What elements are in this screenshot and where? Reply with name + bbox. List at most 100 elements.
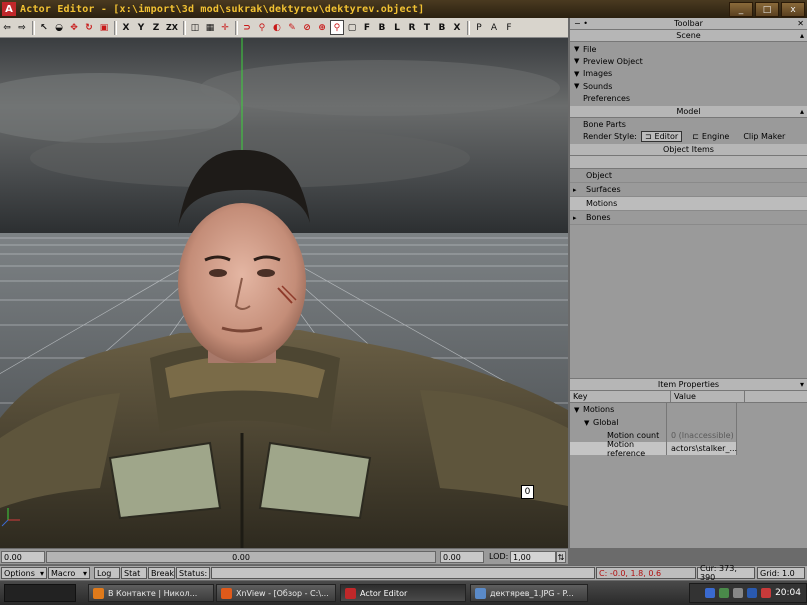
snap-icon[interactable]: ◫ bbox=[188, 20, 202, 35]
3d-viewport[interactable]: 0 bbox=[0, 38, 568, 548]
bone-icon[interactable]: ⚲ bbox=[255, 20, 269, 35]
collapse-icon[interactable]: ▾ bbox=[800, 380, 804, 389]
panel-pin-icon[interactable]: − • bbox=[574, 19, 588, 28]
edit-icon[interactable]: ✎ bbox=[285, 20, 299, 35]
property-value[interactable]: actors\stalker_... bbox=[671, 444, 737, 453]
log-button[interactable]: Log bbox=[94, 567, 120, 579]
view-bottom-button[interactable]: B bbox=[435, 20, 449, 35]
task-vkontakte[interactable]: В Контакте | Никол... bbox=[88, 584, 214, 602]
axis-x-button[interactable]: X bbox=[119, 20, 133, 35]
key-column-header[interactable]: Key bbox=[570, 391, 671, 403]
model-header[interactable]: Model ▴ bbox=[570, 106, 807, 119]
property-row-global[interactable]: ▼ Global bbox=[570, 416, 807, 430]
view-right-button[interactable]: R bbox=[405, 20, 419, 35]
object-items-column-header bbox=[570, 156, 807, 170]
scene-item-images[interactable]: ▼ Images bbox=[574, 68, 807, 80]
lod-input[interactable]: 1,00 bbox=[510, 551, 556, 563]
task-label: дектярев_1.JPG - P... bbox=[490, 588, 574, 598]
lod-label: LOD: bbox=[489, 552, 509, 561]
view-reset-button[interactable]: X bbox=[450, 20, 464, 35]
object-item-label: Object bbox=[586, 171, 613, 181]
select-cursor-icon[interactable]: ↖ bbox=[37, 20, 51, 35]
collapse-icon[interactable]: ▴ bbox=[800, 107, 804, 116]
object-item-object[interactable]: Object bbox=[570, 169, 807, 184]
start-button[interactable] bbox=[4, 584, 76, 602]
task-label: В Контакте | Никол... bbox=[108, 588, 198, 598]
object-item-motions[interactable]: Motions bbox=[570, 197, 807, 212]
task-actor-editor[interactable]: Actor Editor bbox=[340, 584, 466, 602]
axis-y-button[interactable]: Y bbox=[134, 20, 148, 35]
vertex-count-badge: 0 bbox=[521, 485, 534, 499]
arrow-left-icon[interactable]: ⇦ bbox=[0, 20, 14, 35]
security-icon[interactable] bbox=[761, 588, 772, 598]
break-button[interactable]: Break bbox=[148, 567, 175, 579]
language-icon[interactable] bbox=[719, 588, 730, 598]
render-editor-radio[interactable]: ⊐ Editor bbox=[640, 131, 683, 143]
close-button[interactable]: x bbox=[781, 2, 805, 17]
magnet-icon[interactable]: ⊃ bbox=[240, 20, 254, 35]
property-row-motion-count[interactable]: Motion count 0 (Inaccessible) bbox=[570, 429, 807, 443]
task-xnview[interactable]: XnView - [Обзор - C:\... bbox=[216, 584, 336, 602]
grid-snap-icon[interactable]: ▦ bbox=[203, 20, 217, 35]
time-end-field[interactable]: 0.00 bbox=[440, 551, 484, 563]
link-icon[interactable]: ⊘ bbox=[300, 20, 314, 35]
arrow-right-icon[interactable]: ⇨ bbox=[15, 20, 29, 35]
clock[interactable]: 20:04 bbox=[775, 588, 801, 598]
lod-spin-icon[interactable]: ⇅ bbox=[556, 551, 566, 563]
render-engine-radio[interactable]: ⊏ Engine bbox=[692, 132, 729, 141]
toolbar-separator bbox=[234, 20, 238, 35]
minimize-button[interactable]: _ bbox=[729, 2, 753, 17]
scene-item-label: Sounds bbox=[583, 81, 613, 91]
status-bar: Options ▾ Macro ▾ Log Stat Break Status: C… bbox=[0, 564, 807, 582]
view-top-button[interactable]: T bbox=[420, 20, 434, 35]
panel-close-icon[interactable]: ✕ bbox=[797, 19, 804, 28]
object-item-surfaces[interactable]: ▸ Surfaces bbox=[570, 183, 807, 198]
scene-item-preview-object[interactable]: ▼ Preview Object bbox=[574, 55, 807, 67]
fit-icon[interactable]: ▢ bbox=[345, 20, 359, 35]
property-row-motion-reference[interactable]: Motion reference actors\stalker_... bbox=[570, 440, 807, 458]
grid-size: Grid: 1.0 bbox=[757, 567, 805, 579]
property-row-motions[interactable]: ▼ Motions bbox=[570, 403, 807, 417]
axis-view-button[interactable]: A bbox=[487, 20, 501, 35]
scene-item-sounds[interactable]: ▼ Sounds bbox=[574, 80, 807, 92]
network-icon[interactable] bbox=[705, 588, 716, 598]
dropdown-arrow-icon: ▾ bbox=[39, 568, 44, 578]
rotate-icon[interactable]: ↻ bbox=[82, 20, 96, 35]
scene-item-preferences[interactable]: Preferences bbox=[574, 92, 807, 104]
sphere-icon[interactable]: ◐ bbox=[270, 20, 284, 35]
macro-menu[interactable]: Macro ▾ bbox=[48, 567, 90, 579]
display-icon[interactable] bbox=[747, 588, 758, 598]
collapse-icon[interactable]: ▴ bbox=[800, 31, 804, 40]
stat-button[interactable]: Stat bbox=[121, 567, 147, 579]
view-left-button[interactable]: L bbox=[390, 20, 404, 35]
bone-parts-button[interactable]: Bone Parts bbox=[583, 118, 807, 130]
camera-icon[interactable]: ◒ bbox=[52, 20, 66, 35]
timeline-slider[interactable]: 0.00 bbox=[46, 551, 436, 563]
scene-header[interactable]: Scene ▴ bbox=[570, 30, 807, 42]
zoom-icon[interactable]: ⚲ bbox=[329, 20, 344, 35]
scale-icon[interactable]: ▣ bbox=[97, 20, 111, 35]
view-front-button[interactable]: F bbox=[360, 20, 374, 35]
move-icon[interactable]: ✥ bbox=[67, 20, 81, 35]
time-start-field[interactable]: 0.00 bbox=[1, 551, 45, 563]
view-back-button[interactable]: B bbox=[375, 20, 389, 35]
app-icon: A bbox=[2, 2, 16, 16]
pivot-icon[interactable]: ✛ bbox=[218, 20, 232, 35]
clip-maker-button[interactable]: Clip Maker bbox=[743, 132, 785, 141]
target-icon[interactable]: ⊕ bbox=[315, 20, 329, 35]
maximize-button[interactable]: □ bbox=[755, 2, 779, 17]
system-tray: 20:04 bbox=[689, 583, 807, 603]
options-label: Options bbox=[4, 568, 35, 578]
value-column-header[interactable]: Value bbox=[671, 391, 745, 403]
scene-item-file[interactable]: ▼ File bbox=[574, 43, 807, 55]
free-view-button[interactable]: F bbox=[502, 20, 516, 35]
volume-icon[interactable] bbox=[733, 588, 744, 598]
task-photoshop[interactable]: дектярев_1.JPG - P... bbox=[470, 584, 588, 602]
axis-zx-button[interactable]: ZX bbox=[164, 20, 180, 35]
axis-z-button[interactable]: Z bbox=[149, 20, 163, 35]
object-item-bones[interactable]: ▸ Bones bbox=[570, 211, 807, 226]
expand-arrow-icon: ▸ bbox=[573, 213, 577, 222]
object-item-label: Bones bbox=[586, 213, 611, 223]
perspective-button[interactable]: P bbox=[472, 20, 486, 35]
options-menu[interactable]: Options ▾ bbox=[1, 567, 47, 579]
